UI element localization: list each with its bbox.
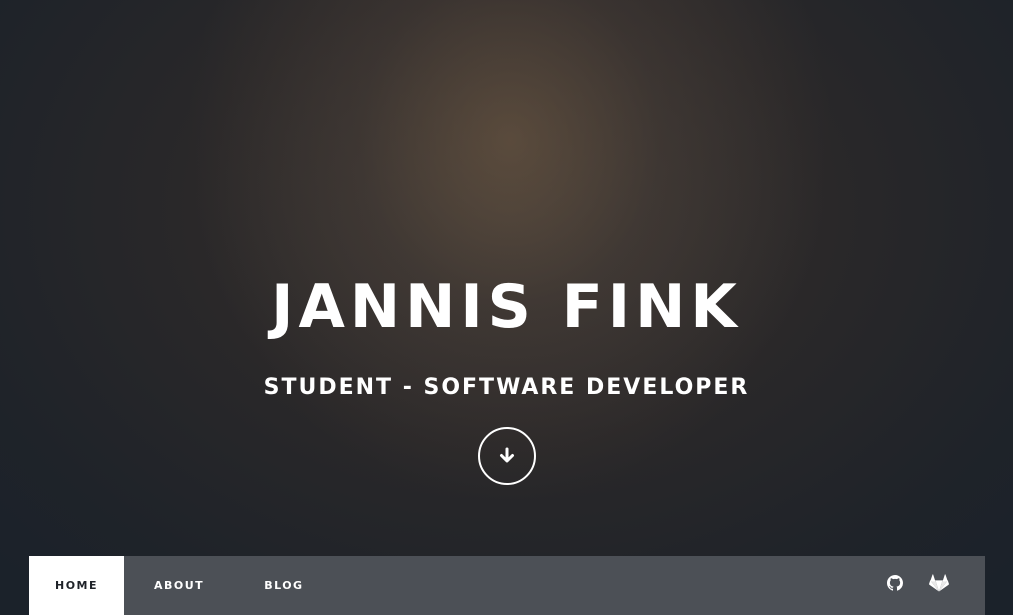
page-title: JANNIS FINK: [271, 272, 742, 342]
nav-item-home[interactable]: HOME: [29, 556, 124, 615]
page-subtitle: STUDENT - SOFTWARE DEVELOPER: [263, 375, 750, 400]
scroll-down-button[interactable]: [478, 427, 536, 485]
hero-section: JANNIS FINK STUDENT - SOFTWARE DEVELOPER: [0, 0, 1013, 615]
gitlab-link[interactable]: [917, 574, 961, 597]
github-icon: [887, 575, 903, 596]
nav-item-about[interactable]: ABOUT: [124, 556, 234, 615]
github-link[interactable]: [873, 575, 917, 596]
gitlab-icon: [929, 574, 949, 597]
main-navbar: HOME ABOUT BLOG: [29, 556, 985, 615]
arrow-down-icon: [498, 447, 516, 465]
social-links: [873, 556, 961, 615]
nav-item-blog[interactable]: BLOG: [234, 556, 333, 615]
